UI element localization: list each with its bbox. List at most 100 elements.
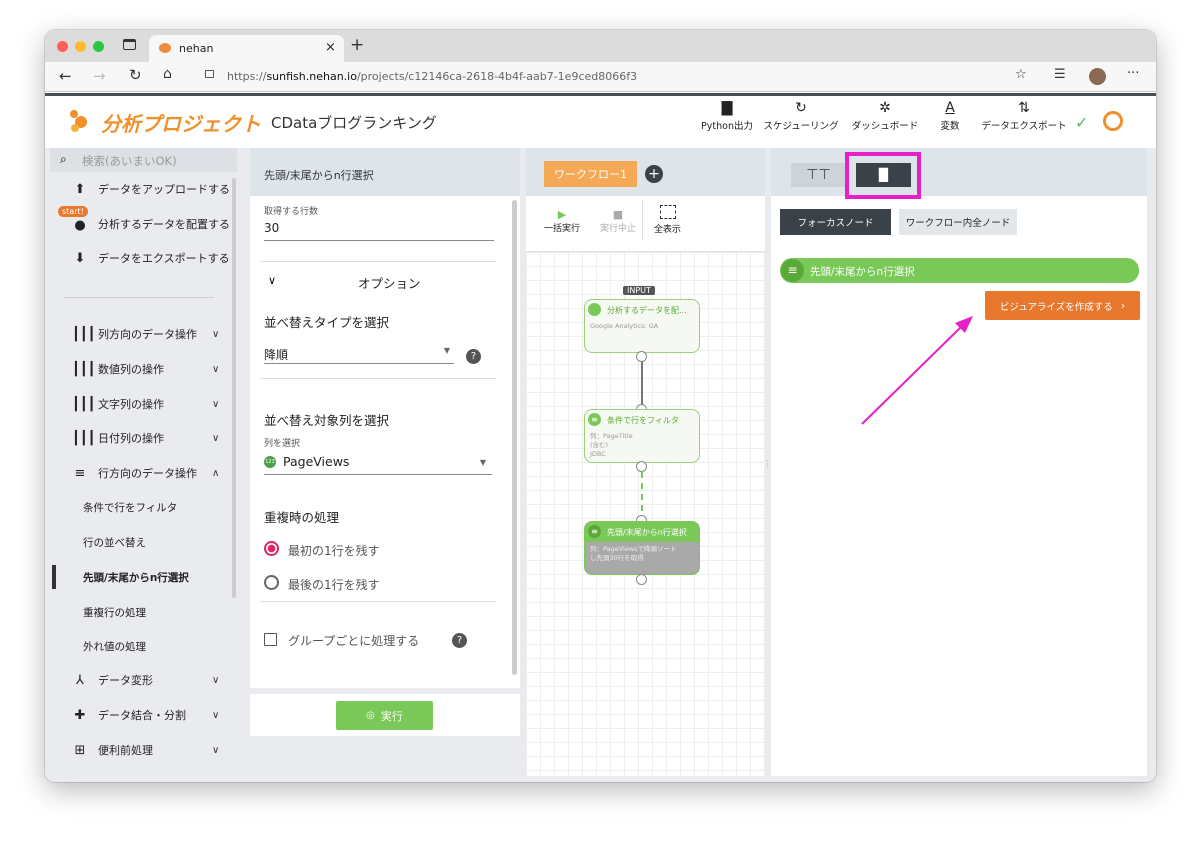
tab-overview-icon[interactable] — [123, 39, 136, 50]
stop-button[interactable]: ■ 実行中止 — [600, 208, 636, 234]
python-export-button[interactable]: ▇ Python出力 — [701, 100, 753, 132]
close-window-button[interactable] — [57, 41, 68, 52]
chevron-up-icon: ∧ — [212, 467, 220, 479]
sidebar-divider — [64, 297, 214, 298]
radio-checked-icon — [264, 541, 279, 556]
upload-data-item[interactable]: ⬆ データをアップロードする — [50, 177, 237, 201]
url-host: sunfish.nehan.io — [266, 70, 357, 83]
extensions-icon[interactable]: ☆ — [1015, 67, 1027, 82]
resize-handle-icon[interactable]: · · · — [766, 458, 769, 472]
url-prefix: https:// — [227, 70, 267, 83]
megaphone-icon — [588, 303, 601, 316]
search-box[interactable]: ⌕ 検索(あいまいOK) — [50, 148, 237, 172]
sidebar-cat-utility[interactable]: ⊞ 便利前処理 ∨ — [50, 738, 237, 762]
url-field[interactable]: https://sunfish.nehan.io/projects/c12146… — [227, 70, 637, 83]
data-export-button[interactable]: ⇅ データエクスポート — [979, 100, 1069, 132]
check-icon: ✓ — [1075, 113, 1089, 132]
scheduling-button[interactable]: ↻ スケジューリング — [763, 100, 839, 132]
puzzle-icon: ✚ — [74, 707, 86, 723]
help-icon[interactable]: ? — [466, 349, 481, 364]
sidebar-scrollbar[interactable] — [232, 178, 236, 598]
sidebar-cat-column-ops[interactable]: ┃┃┃ 列方向のデータ操作 ∨ — [50, 322, 237, 346]
dup-heading: 重複時の処理 — [264, 510, 340, 525]
zoom-window-button[interactable] — [93, 41, 104, 52]
main-area: ⌕ 検索(あいまいOK) ⬆ データをアップロードする start! ● 分析す… — [45, 148, 1156, 782]
dropdown-arrow-icon: ▼ — [479, 458, 486, 467]
node-output-port[interactable] — [636, 351, 647, 362]
sidebar-item-head-tail[interactable]: 先頭/末尾からn行選択 — [50, 565, 237, 589]
export-data-item[interactable]: ⬇ データをエクスポートする — [50, 246, 237, 270]
dashboard-button[interactable]: ✲ ダッシュボード — [849, 100, 921, 132]
profile-avatar[interactable] — [1089, 68, 1106, 85]
more-icon[interactable]: ··· — [1127, 66, 1139, 81]
focus-node-button[interactable]: フォーカスノード — [780, 209, 891, 235]
account-icon[interactable] — [1103, 111, 1123, 131]
sidebar-item-duplicates[interactable]: 重複行の処理 — [50, 600, 237, 624]
file-icon: ▇ — [721, 100, 733, 116]
tab-workflow-1[interactable]: ワークフロー1 — [544, 161, 637, 187]
sidebar-cat-join-split[interactable]: ✚ データ結合・分割 ∨ — [50, 703, 237, 727]
settings-header: 先頭/末尾からn行選択 — [250, 148, 520, 196]
node-output-port[interactable] — [636, 574, 647, 585]
close-tab-icon[interactable]: × — [325, 40, 336, 55]
viz-header: ⊤⊤ ▐▌ — [771, 148, 1147, 199]
sidebar-cat-numeric-ops[interactable]: ┃┃┃ 数値列の操作 ∨ — [50, 357, 237, 381]
create-visualization-button[interactable]: ビジュアライズを作成する › — [985, 291, 1140, 320]
table-view-tab[interactable]: ⊤⊤ — [791, 163, 846, 187]
sidebar-cat-transform[interactable]: ⅄ データ変形 ∨ — [50, 668, 237, 692]
sidebar-item-outliers[interactable]: 外れ値の処理 — [50, 634, 237, 658]
upload-icon: ⬆ — [74, 181, 86, 197]
chevron-down-icon: ∨ — [212, 363, 220, 375]
new-tab-icon[interactable]: + — [350, 35, 364, 55]
start-badge: start! — [58, 206, 88, 217]
node-head-tail-selected[interactable]: ≡ 先頭/末尾からn行選択 列：PageViewsで降順ソート し先頭30行を取得 — [584, 521, 700, 575]
sidebar-item-filter-rows[interactable]: 条件で行をフィルタ — [50, 495, 237, 519]
favorites-icon[interactable]: ☰ — [1054, 67, 1066, 82]
viz-panel: ⊤⊤ ▐▌ フォーカスノード ワークフロー内全ノード ≡ 先頭/末尾からn行選択… — [771, 148, 1147, 776]
settings-title: 先頭/末尾からn行選択 — [264, 169, 374, 182]
back-icon[interactable]: ← — [59, 67, 72, 85]
input-badge: INPUT — [623, 286, 655, 295]
browser-tab[interactable]: nehan × — [149, 35, 344, 62]
forward-icon[interactable]: → — [93, 67, 106, 85]
sidebar-cat-row-ops[interactable]: ≡ 行方向のデータ操作 ∧ — [50, 461, 237, 485]
sidebar-item-sort-rows[interactable]: 行の並べ替え — [50, 530, 237, 554]
place-data-item[interactable]: start! ● 分析するデータを配置する — [50, 206, 237, 236]
rows-label: 取得する行数 — [264, 207, 319, 217]
all-nodes-button[interactable]: ワークフロー内全ノード — [899, 209, 1017, 235]
browser-tab-bar: nehan × + — [45, 30, 1156, 62]
sort-type-select[interactable]: 降順 ▼ — [264, 344, 454, 364]
lock-icon — [205, 70, 214, 78]
column-select[interactable]: 123 PageViews ▼ — [264, 453, 492, 475]
settings-scrollbar[interactable] — [512, 200, 517, 675]
options-toggle[interactable]: ∨ オプション — [260, 272, 496, 292]
chevron-down-icon: ∨ — [212, 328, 220, 340]
add-workflow-icon[interactable]: + — [645, 165, 663, 183]
rows-underline — [264, 240, 494, 241]
export-data-icon: ⬇ — [74, 250, 86, 266]
help-icon[interactable]: ? — [452, 633, 467, 648]
rows-icon: ≡ — [781, 259, 804, 282]
browser-window: nehan × + ← → ↻ ⌂ https://sunfish.nehan.… — [45, 30, 1156, 782]
fit-all-button[interactable]: 全表示 — [654, 205, 681, 235]
run-area: ◎ 実行 — [250, 694, 520, 736]
search-input[interactable]: 検索(あいまいOK) — [82, 153, 177, 169]
sidebar-cat-date-ops[interactable]: ┃┃┃ 日付列の操作 ∨ — [50, 426, 237, 450]
home-icon[interactable]: ⌂ — [163, 66, 172, 82]
run-button[interactable]: ◎ 実行 — [336, 701, 433, 730]
variables-button[interactable]: A 変数 — [935, 100, 965, 132]
columns-icon: ┃┃┃ — [72, 396, 96, 412]
tab-title: nehan — [179, 42, 214, 55]
run-all-button[interactable]: ▶ 一括実行 — [544, 208, 580, 234]
sidebar-cat-string-ops[interactable]: ┃┃┃ 文字列の操作 ∨ — [50, 392, 237, 416]
columns-icon: ┃┃┃ — [72, 361, 96, 377]
node-filter-rows[interactable]: ≡ 条件で行をフィルタ 列：PageTitle (含む) JDBC — [584, 409, 700, 463]
rows-input[interactable]: 30 — [264, 221, 279, 235]
url-path: /projects/c12146ca-2618-4b4f-aab7-1e9ced… — [356, 70, 638, 83]
node-output-port[interactable] — [636, 461, 647, 472]
reload-icon[interactable]: ↻ — [129, 66, 142, 84]
node-input-data[interactable]: 分析するデータを配... Google Analytics: GA — [584, 299, 700, 353]
chevron-down-icon: ∨ — [268, 274, 277, 287]
stop-icon: ■ — [612, 208, 624, 221]
minimize-window-button[interactable] — [75, 41, 86, 52]
